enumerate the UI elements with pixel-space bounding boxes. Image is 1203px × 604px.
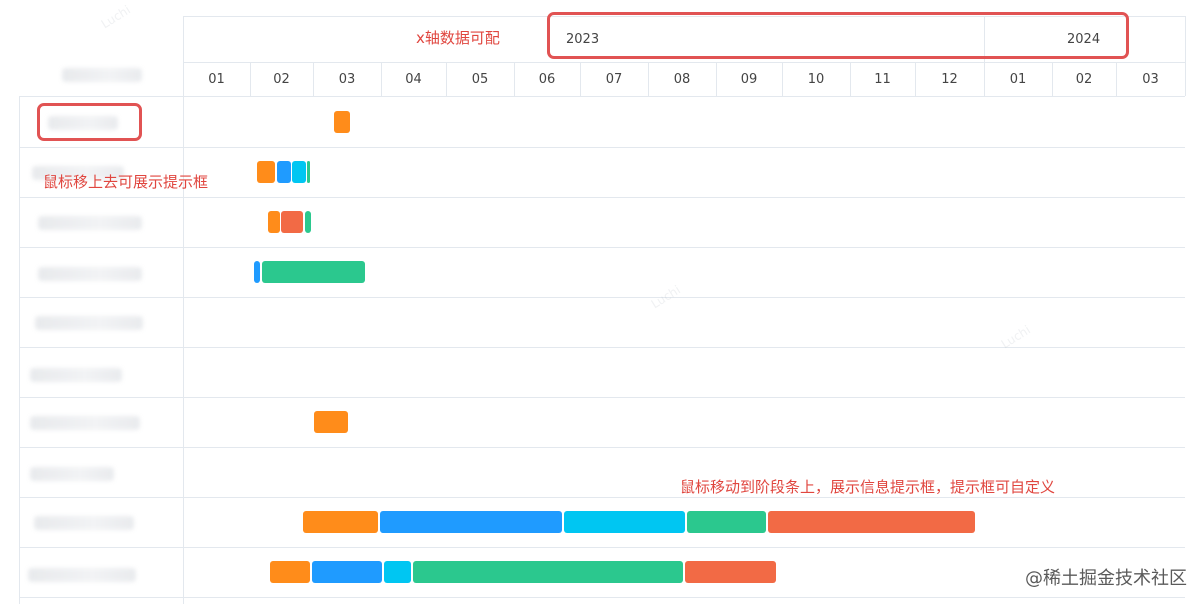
month-label-05: 05: [471, 72, 489, 87]
month-label-06: 06: [538, 72, 556, 87]
faint-watermark: Luchi: [98, 2, 133, 32]
month-label-01: 01: [208, 72, 225, 87]
row-line: [19, 297, 1185, 298]
phase-bar[interactable]: [314, 411, 348, 433]
phase-bar[interactable]: [312, 561, 382, 583]
phase-bar[interactable]: [270, 561, 310, 583]
row-line: [19, 447, 1185, 448]
phase-bar[interactable]: [413, 561, 683, 583]
row-label-5[interactable]: [35, 316, 143, 330]
month-label-07: 07: [605, 72, 623, 87]
row-label-4[interactable]: [38, 267, 142, 281]
month-label-11: 11: [874, 72, 891, 87]
month-label-2024-02: 02: [1075, 72, 1093, 87]
row-label-6[interactable]: [30, 368, 122, 382]
row-line: [19, 147, 1185, 148]
watermark-text: @稀土掘金技术社区: [1025, 568, 1187, 589]
header-bottom-line: [19, 96, 1185, 97]
hover-bar-note: 鼠标移动到阶段条上，展示信息提示框，提示框可自定义: [680, 478, 1056, 496]
row-label-9[interactable]: [34, 516, 134, 530]
row-label-7[interactable]: [30, 416, 140, 430]
xaxis-note: x轴数据可配: [416, 29, 500, 47]
phase-bar[interactable]: [305, 211, 311, 233]
phase-bar[interactable]: [564, 511, 685, 533]
phase-bar[interactable]: [303, 511, 378, 533]
month-label-02: 02: [273, 72, 290, 87]
phase-bar[interactable]: [307, 161, 310, 183]
month-label-12: 12: [941, 72, 958, 87]
row-line: [19, 397, 1185, 398]
row-line: [19, 197, 1185, 198]
hover-row-note: 鼠标移上去可展示提示框: [43, 173, 209, 191]
month-label-03: 03: [338, 72, 356, 87]
month-label-2024-01: 01: [1009, 72, 1027, 87]
header-year-line: [183, 62, 1185, 63]
phase-bar[interactable]: [281, 211, 303, 233]
phase-bar[interactable]: [768, 511, 975, 533]
timeline-left-border: [183, 16, 184, 604]
phase-bar[interactable]: [685, 561, 776, 583]
row-line: [19, 497, 1185, 498]
phase-bar[interactable]: [687, 511, 766, 533]
month-label-10: 10: [807, 72, 825, 87]
row-line: [19, 597, 1185, 598]
month-label-04: 04: [405, 72, 422, 87]
xaxis-highlight-box: [547, 12, 1129, 59]
phase-bar[interactable]: [262, 261, 365, 283]
phase-bar[interactable]: [334, 111, 350, 133]
row-line: [19, 547, 1185, 548]
phase-bar[interactable]: [268, 211, 280, 233]
row-line: [19, 347, 1185, 348]
header-right-border: [1185, 16, 1186, 96]
row-label-highlight-box: [37, 103, 142, 141]
month-label-09: 09: [740, 72, 758, 87]
row-label-8[interactable]: [30, 467, 114, 481]
label-column-header: [62, 68, 142, 82]
row-label-3[interactable]: [38, 216, 142, 230]
phase-bar[interactable]: [277, 161, 291, 183]
row-line: [19, 247, 1185, 248]
row-label-10[interactable]: [28, 568, 136, 582]
month-label-2024-03: 03: [1142, 72, 1159, 87]
phase-bar[interactable]: [257, 161, 275, 183]
phase-bar[interactable]: [254, 261, 260, 283]
month-label-08: 08: [673, 72, 691, 87]
label-column-left-border: [19, 96, 20, 604]
phase-bar[interactable]: [380, 511, 562, 533]
phase-bar[interactable]: [292, 161, 306, 183]
phase-bar[interactable]: [384, 561, 411, 583]
